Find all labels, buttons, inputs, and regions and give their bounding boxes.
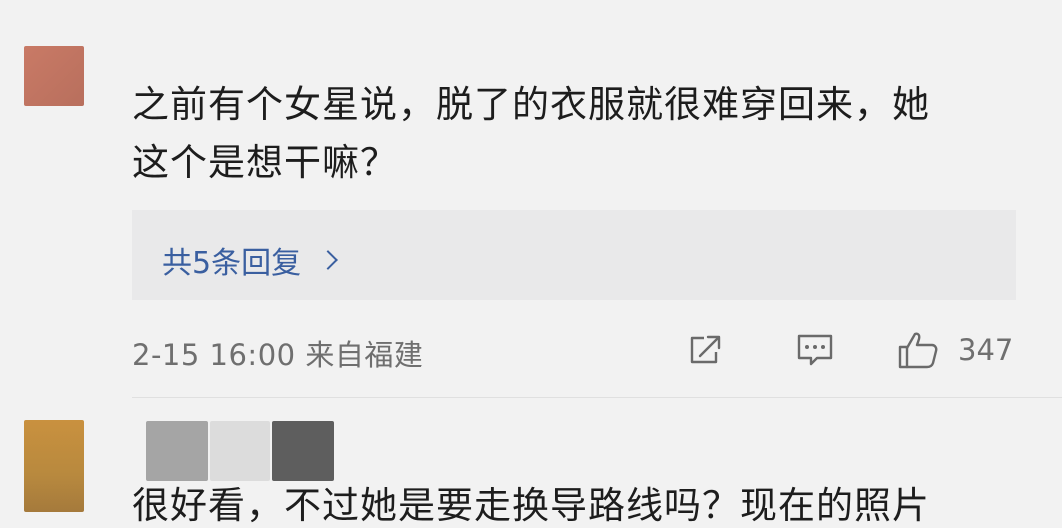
like-icon — [898, 332, 938, 369]
redacted-username-block — [210, 421, 270, 481]
comment-button[interactable] — [794, 330, 836, 370]
comment-icon — [797, 334, 833, 366]
share-icon — [690, 335, 721, 364]
avatar[interactable] — [24, 420, 84, 512]
comment-divider — [132, 397, 1062, 398]
comment-item: 之前有个女星说，脱了的衣服就很难穿回来，她 这个是想干嘛？ 共5条回复 2-15… — [0, 0, 1062, 400]
comment-text-line: 这个是想干嘛？ — [132, 141, 398, 184]
avatar[interactable] — [24, 46, 84, 106]
view-replies-link[interactable]: 共5条回复 — [162, 238, 338, 282]
comment-text: 很好看，不过她是要走换导路线吗？现在的照片 — [132, 484, 930, 527]
redacted-username-block — [272, 421, 334, 481]
comment-item: 很好看，不过她是要走换导路线吗？现在的照片 — [0, 400, 1062, 527]
comment-meta-row: 2-15 16:00 来自福建 347 — [132, 328, 1016, 372]
replies-count-label: 共5条回复 — [162, 246, 302, 281]
comment-text: 之前有个女星说，脱了的衣服就很难穿回来，她 这个是想干嘛？ — [132, 76, 1012, 192]
redacted-username-block — [146, 421, 208, 481]
comment-timestamp-location: 2-15 16:00 来自福建 — [132, 338, 424, 372]
like-count: 347 — [958, 333, 1014, 367]
comment-text-line: 之前有个女星说，脱了的衣服就很难穿回来，她 — [132, 83, 930, 126]
share-button[interactable] — [686, 330, 726, 370]
chevron-right-icon — [318, 250, 338, 270]
replies-preview-box[interactable]: 共5条回复 — [132, 210, 1016, 300]
like-button[interactable]: 347 — [896, 330, 1013, 370]
